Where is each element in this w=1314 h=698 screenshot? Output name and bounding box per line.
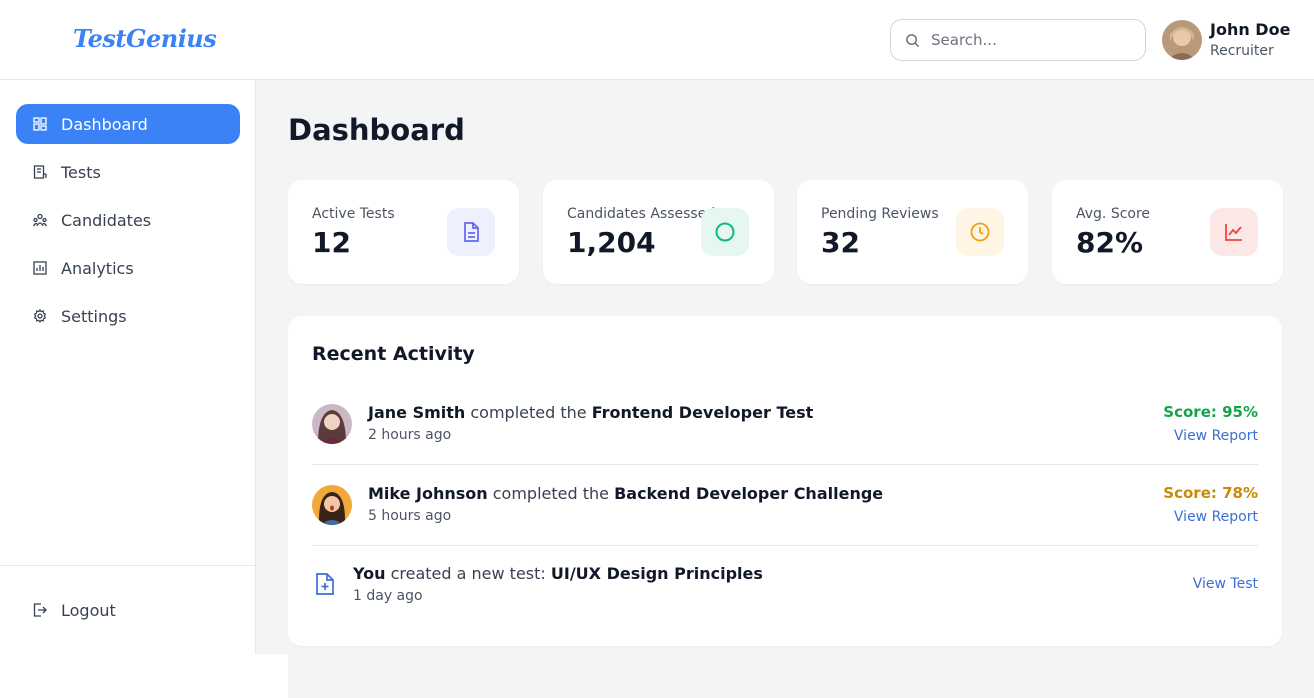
sidebar-item-settings[interactable]: Settings bbox=[16, 296, 240, 336]
activity-text: Mike Johnson completed the Backend Devel… bbox=[368, 484, 884, 503]
search-icon bbox=[906, 34, 920, 48]
activity-time: 5 hours ago bbox=[368, 508, 452, 524]
stat-card-candidates-assessed: Candidates Assessed 1,204 bbox=[543, 180, 774, 284]
user-avatar[interactable] bbox=[1162, 20, 1202, 60]
analytics-icon bbox=[33, 261, 47, 275]
view-test-link[interactable]: View Test bbox=[1193, 576, 1258, 592]
score-value: Score: 78% bbox=[1163, 484, 1258, 502]
section-title: Recent Activity bbox=[312, 343, 475, 365]
search-input[interactable] bbox=[931, 30, 1131, 50]
top-header: TestGenius John Doe Recruiter bbox=[0, 0, 1314, 80]
sidebar-item-tests[interactable]: Tests bbox=[16, 152, 240, 192]
sidebar-item-label: Candidates bbox=[61, 210, 152, 230]
sidebar-item-label: Dashboard bbox=[61, 114, 148, 134]
user-role: Recruiter bbox=[1210, 43, 1274, 59]
activity-item: Mike Johnson completed the Backend Devel… bbox=[312, 484, 1258, 525]
activity-item: Jane Smith completed the Frontend Develo… bbox=[312, 403, 1258, 444]
activity-item: You created a new test: UI/UX Design Pri… bbox=[312, 564, 1258, 606]
clock-icon bbox=[956, 208, 1004, 256]
stat-value: 82% bbox=[1076, 226, 1144, 259]
logout-button[interactable]: Logout bbox=[16, 590, 240, 630]
dashboard-icon bbox=[33, 117, 47, 131]
user-name: John Doe bbox=[1210, 20, 1291, 39]
tests-icon bbox=[33, 165, 47, 179]
logout-icon bbox=[33, 603, 47, 617]
sidebar-item-label: Analytics bbox=[61, 258, 134, 278]
sidebar-item-label: Settings bbox=[61, 306, 127, 326]
activity-text: You created a new test: UI/UX Design Pri… bbox=[353, 564, 763, 583]
document-icon bbox=[447, 208, 495, 256]
view-report-link[interactable]: View Report bbox=[1174, 509, 1258, 525]
view-report-link[interactable]: View Report bbox=[1174, 428, 1258, 444]
recent-activity-card: Recent Activity Jane Smith completed the… bbox=[288, 316, 1282, 646]
activity-time: 2 hours ago bbox=[368, 427, 452, 443]
stat-value: 12 bbox=[312, 226, 351, 259]
document-plus-icon bbox=[316, 573, 334, 595]
sidebar-item-candidates[interactable]: Candidates bbox=[16, 200, 240, 240]
chart-line-icon bbox=[1210, 208, 1258, 256]
stat-card-active-tests: Active Tests 12 bbox=[288, 180, 519, 284]
activity-text: Jane Smith completed the Frontend Develo… bbox=[368, 403, 814, 422]
stat-card-pending-reviews: Pending Reviews 32 bbox=[797, 180, 1028, 284]
divider bbox=[312, 464, 1258, 465]
activity-time: 1 day ago bbox=[353, 588, 423, 604]
stat-label: Avg. Score bbox=[1076, 206, 1151, 222]
avatar bbox=[312, 485, 352, 525]
sidebar-item-label: Tests bbox=[61, 162, 101, 182]
stat-value: 32 bbox=[821, 226, 860, 259]
circle-icon bbox=[701, 208, 749, 256]
page-title: Dashboard bbox=[288, 113, 465, 147]
stat-label: Active Tests bbox=[312, 206, 395, 222]
sidebar-divider bbox=[0, 565, 256, 566]
search-box[interactable] bbox=[890, 19, 1146, 61]
stat-card-avg-score: Avg. Score 82% bbox=[1052, 180, 1283, 284]
score-value: Score: 95% bbox=[1163, 403, 1258, 421]
logout-label: Logout bbox=[61, 600, 116, 620]
sidebar-footer-space bbox=[0, 654, 288, 698]
app-logo[interactable]: TestGenius bbox=[73, 24, 217, 53]
sidebar: Dashboard Tests Candidates Analytics Set… bbox=[0, 80, 256, 654]
stat-value: 1,204 bbox=[567, 226, 656, 259]
divider bbox=[312, 545, 1258, 546]
sidebar-item-analytics[interactable]: Analytics bbox=[16, 248, 240, 288]
stat-label: Pending Reviews bbox=[821, 206, 939, 222]
avatar bbox=[312, 404, 352, 444]
gear-icon bbox=[33, 309, 47, 323]
stat-label: Candidates Assessed bbox=[567, 206, 716, 222]
sidebar-item-dashboard[interactable]: Dashboard bbox=[16, 104, 240, 144]
candidates-icon bbox=[33, 213, 47, 227]
